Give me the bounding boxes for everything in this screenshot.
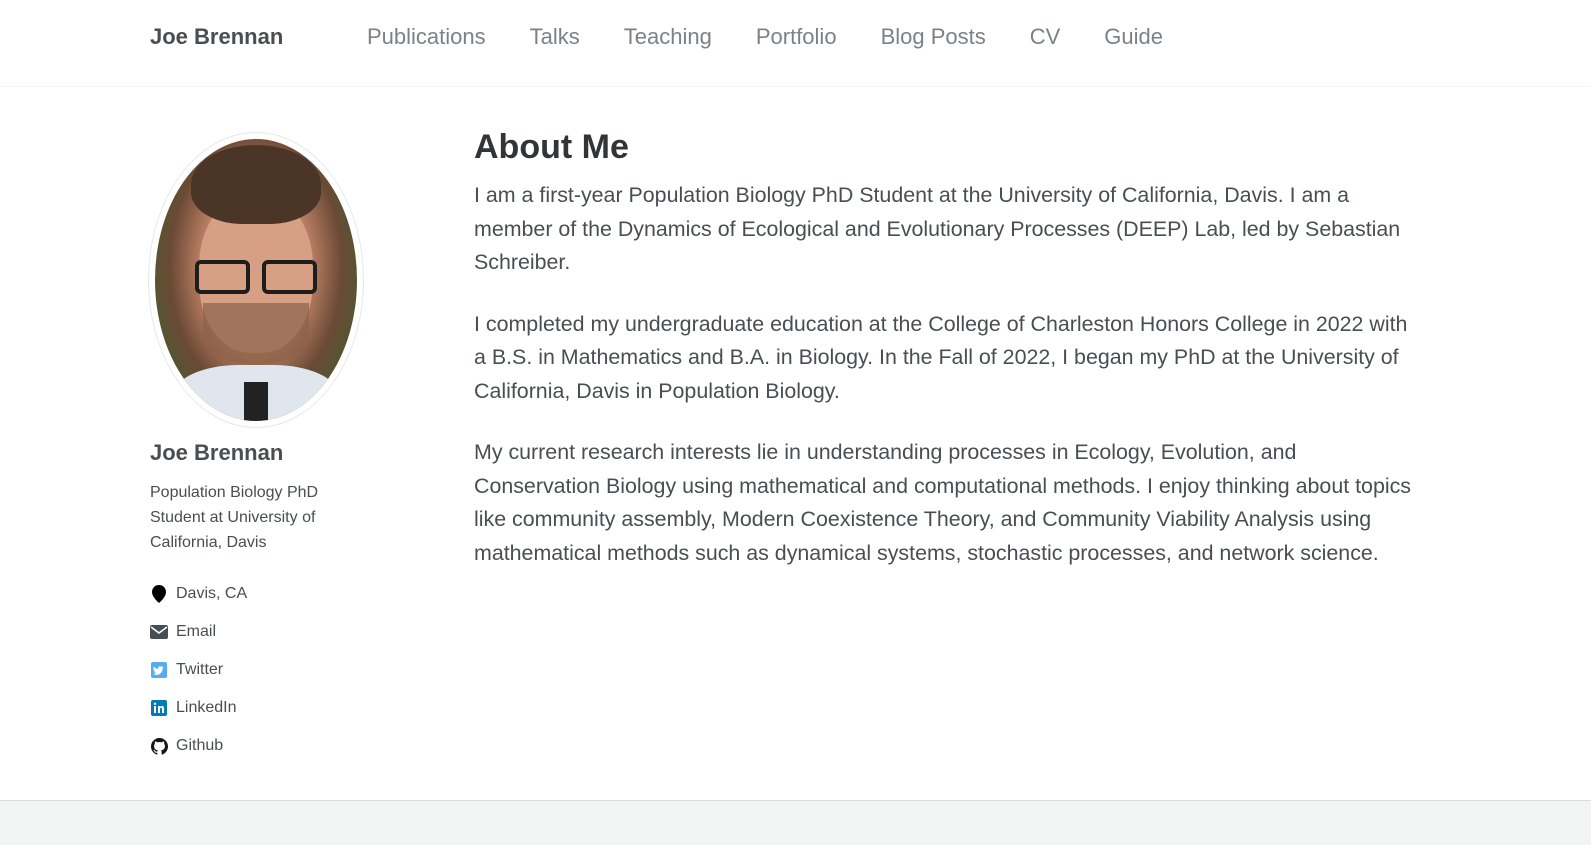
github-label: Github <box>176 737 224 754</box>
github-link[interactable]: Github <box>150 727 410 765</box>
nav-blog-posts[interactable]: Blog Posts <box>881 24 986 50</box>
twitter-link[interactable]: Twitter <box>150 651 410 689</box>
envelope-icon <box>150 623 168 641</box>
avatar-tie <box>243 381 269 421</box>
nav-teaching[interactable]: Teaching <box>624 24 712 50</box>
avatar-photo <box>155 139 357 421</box>
page-footer <box>0 800 1591 845</box>
avatar-beard <box>203 302 309 365</box>
author-links: Davis, CA Email Twitter LinkedIn Github <box>150 575 410 765</box>
twitter-label: Twitter <box>176 661 224 678</box>
nav-publications[interactable]: Publications <box>367 24 486 50</box>
linkedin-label: LinkedIn <box>176 699 237 716</box>
about-paragraph-1: I am a first-year Population Biology PhD… <box>474 183 1401 274</box>
email-label: Email <box>176 623 217 640</box>
masthead: Joe Brennan Publications Talks Teaching … <box>0 0 1591 87</box>
nav-portfolio[interactable]: Portfolio <box>756 24 837 50</box>
author-bio: Population Biology PhD Student at Univer… <box>150 484 319 551</box>
avatar-hair <box>191 144 321 224</box>
main-nav: Publications Talks Teaching Portfolio Bl… <box>367 24 1207 50</box>
main-content: About Me I am a first-year Population Bi… <box>474 128 1414 598</box>
about-paragraph-2: I completed my undergraduate education a… <box>474 311 1408 403</box>
author-sidebar: Joe Brennan Population Biology PhD Stude… <box>148 132 410 765</box>
email-link[interactable]: Email <box>150 613 410 651</box>
avatar-glasses <box>195 260 317 295</box>
github-icon <box>150 737 168 755</box>
linkedin-icon <box>150 699 168 717</box>
author-name: Joe Brennan <box>150 440 284 465</box>
nav-cv[interactable]: CV <box>1030 24 1061 50</box>
page-title: About Me <box>474 128 629 166</box>
site-title-link[interactable]: Joe Brennan <box>150 24 283 50</box>
twitter-icon <box>150 661 168 679</box>
nav-guide[interactable]: Guide <box>1104 24 1163 50</box>
about-paragraph-3: My current research interests lie in und… <box>474 440 1411 565</box>
avatar <box>148 132 364 428</box>
nav-talks[interactable]: Talks <box>530 24 580 50</box>
location-label: Davis, CA <box>176 585 248 602</box>
linkedin-link[interactable]: LinkedIn <box>150 689 410 727</box>
location-pin-icon <box>150 585 168 603</box>
location-item: Davis, CA <box>150 575 410 613</box>
